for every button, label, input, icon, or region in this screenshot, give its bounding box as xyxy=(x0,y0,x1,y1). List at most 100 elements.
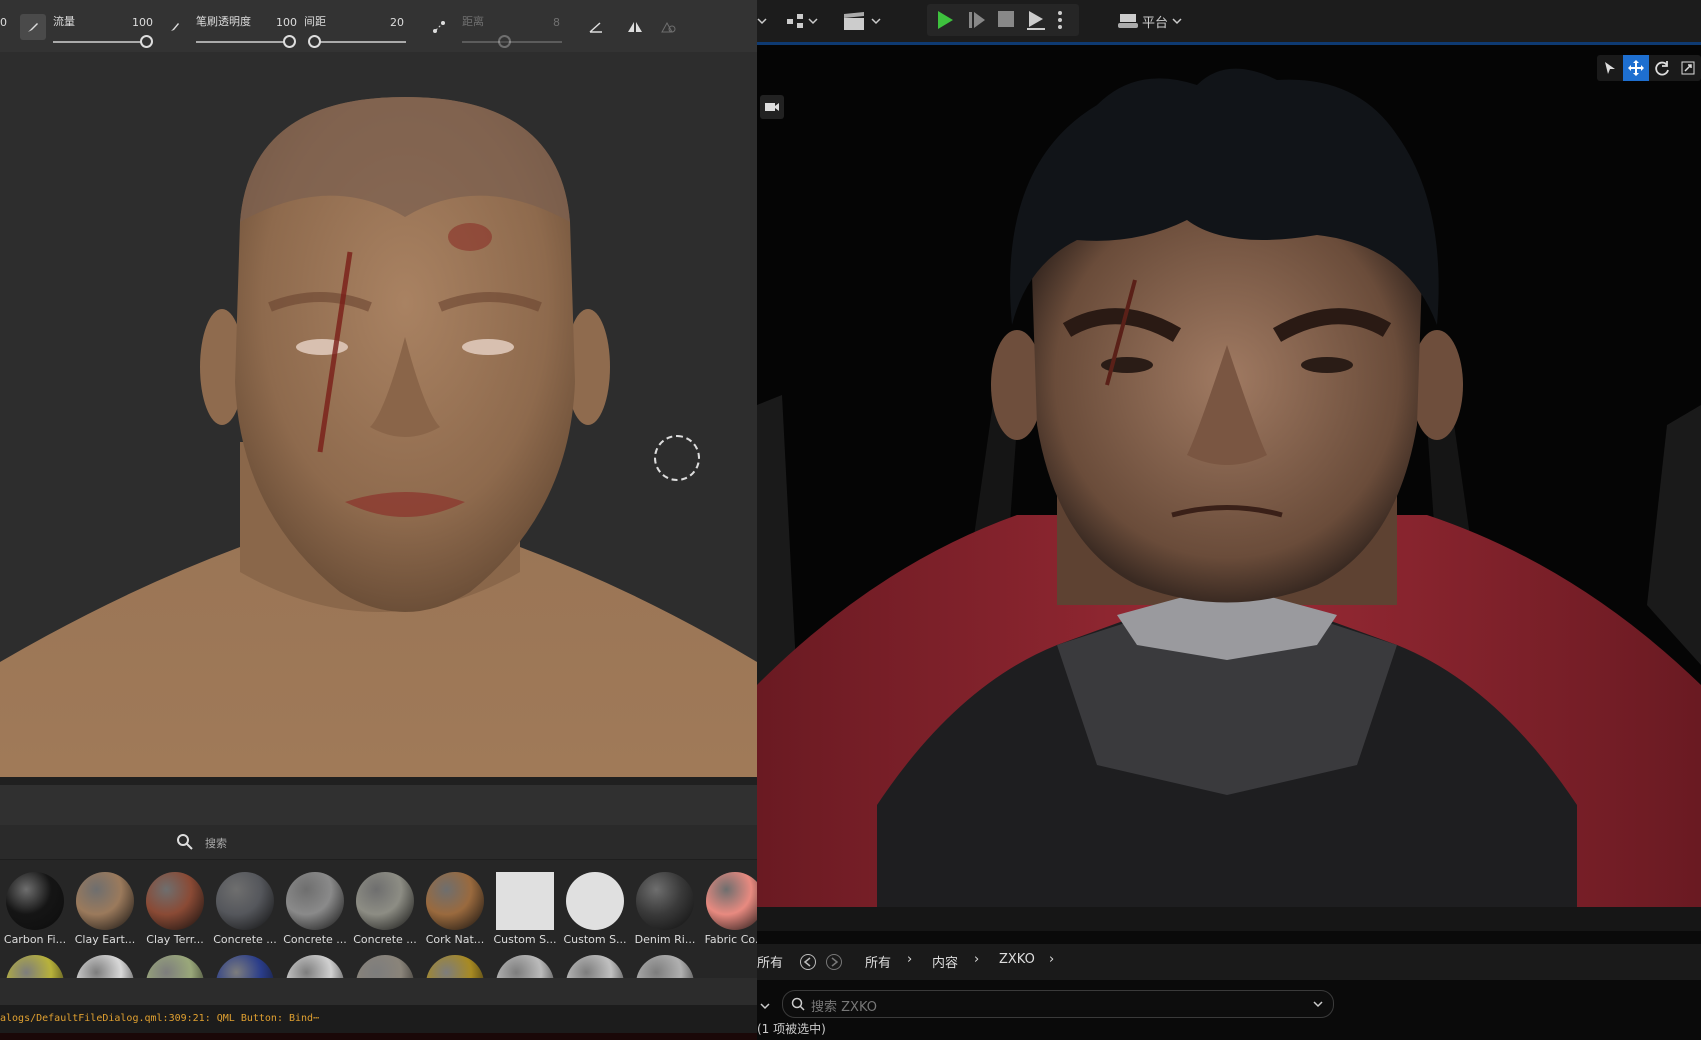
particles-icon xyxy=(661,21,676,33)
filter-dropdown[interactable] xyxy=(760,996,770,1015)
brush-icon xyxy=(28,23,38,32)
camera-options-button[interactable] xyxy=(760,95,784,119)
history-forward-button[interactable] xyxy=(825,953,843,975)
scale-tool-button[interactable] xyxy=(1675,55,1701,81)
material-sphere[interactable] xyxy=(426,955,484,978)
material-sphere[interactable] xyxy=(146,955,204,978)
painter-3d-viewport[interactable] xyxy=(0,52,757,777)
material-thumbnail[interactable]: Fabric Co... xyxy=(700,872,757,946)
breadcrumb-all[interactable]: 所有 xyxy=(865,952,891,971)
platform-menu-button[interactable]: 平台 xyxy=(1117,8,1182,34)
move-icon xyxy=(1628,60,1644,76)
history-back-button[interactable] xyxy=(799,953,817,975)
leading-value: 0 xyxy=(0,16,7,29)
material-thumbnail[interactable]: Denim Ri... xyxy=(630,872,700,946)
eject-button[interactable] xyxy=(1025,9,1047,35)
material-sphere[interactable] xyxy=(566,955,624,978)
shelf-header xyxy=(0,785,757,826)
smiley-icon xyxy=(566,872,624,930)
play-controls xyxy=(927,4,1079,36)
material-label: Cork Nat... xyxy=(425,933,485,946)
blueprint-icon xyxy=(787,14,818,28)
material-thumbnail[interactable]: Concrete ... xyxy=(280,872,350,946)
spacing-slider[interactable] xyxy=(314,41,406,43)
chevron-down-icon[interactable] xyxy=(757,8,767,34)
custom-material-icon xyxy=(496,872,554,930)
flow-slider-knob[interactable] xyxy=(140,35,153,48)
spacing-label: 间距 xyxy=(304,15,326,28)
search-icon xyxy=(791,997,805,1011)
shelf-search-bar[interactable]: 搜索 xyxy=(0,825,757,860)
material-sphere[interactable] xyxy=(6,955,64,978)
camera-icon xyxy=(765,103,779,111)
stop-button[interactable] xyxy=(997,10,1015,32)
spacing-slider-knob[interactable] xyxy=(308,35,321,48)
material-thumbnail[interactable]: Concrete ... xyxy=(210,872,280,946)
material-sphere xyxy=(6,872,64,930)
material-thumbnail[interactable]: Carbon Fi... xyxy=(0,872,70,946)
content-browser-tabbar xyxy=(757,907,1701,931)
platform-icon xyxy=(1118,14,1138,28)
symmetry-button[interactable] xyxy=(622,14,648,40)
select-tool-button[interactable] xyxy=(1597,55,1623,81)
content-search-placeholder: 搜索 ZXKO xyxy=(811,1000,877,1015)
brush-opacity-button[interactable] xyxy=(162,14,188,40)
content-browser-pathbar xyxy=(757,944,1701,980)
brush-opacity-slider-knob[interactable] xyxy=(283,35,296,48)
play-icon xyxy=(938,11,953,29)
material-thumbnail[interactable]: Clay Eart... xyxy=(70,872,140,946)
breadcrumb-content[interactable]: 内容 xyxy=(932,952,958,971)
play-options-button[interactable] xyxy=(1057,10,1063,34)
material-label: Carbon Fi... xyxy=(3,933,67,946)
unreal-level-viewport[interactable] xyxy=(757,45,1701,907)
material-thumbnail[interactable]: Clay Terr... xyxy=(140,872,210,946)
transform-tools xyxy=(1597,55,1701,81)
chevron-right-icon: › xyxy=(1049,952,1055,967)
material-sphere[interactable] xyxy=(356,955,414,978)
material-label: Fabric Co... xyxy=(704,933,757,946)
material-label: Concrete ... xyxy=(283,933,347,946)
flow-value: 100 xyxy=(132,16,153,29)
advance-frame-button[interactable] xyxy=(967,10,987,34)
chevron-down-icon xyxy=(1172,18,1182,25)
rotate-icon xyxy=(1655,61,1669,76)
head-model-render xyxy=(0,97,757,777)
material-sphere[interactable] xyxy=(286,955,344,978)
cursor-icon xyxy=(1605,62,1615,74)
material-shelf: Carbon Fi... Clay Eart... Clay Terr... Conc… xyxy=(0,860,757,978)
rotate-tool-button[interactable] xyxy=(1649,55,1675,81)
blueprint-menu-button[interactable] xyxy=(785,8,819,34)
platform-label: 平台 xyxy=(1142,15,1169,31)
material-thumbnail[interactable]: Cork Nat... xyxy=(420,872,490,946)
level-toolbar: 平台 xyxy=(757,0,1701,42)
flow-slider[interactable] xyxy=(53,41,146,43)
cinematics-menu-button[interactable] xyxy=(842,8,882,34)
alignment-button[interactable] xyxy=(583,14,609,40)
material-sphere[interactable] xyxy=(76,955,134,978)
material-thumbnail[interactable]: Concrete ... xyxy=(350,872,420,946)
more-vertical-icon xyxy=(1058,11,1062,29)
play-button[interactable] xyxy=(935,10,955,34)
material-sphere[interactable] xyxy=(496,955,554,978)
material-thumbnail[interactable]: Custom S... xyxy=(490,872,560,946)
brush-tool-button[interactable] xyxy=(20,14,46,40)
chevron-right-icon: › xyxy=(974,952,980,967)
content-search-input[interactable]: 搜索 ZXKO xyxy=(782,990,1334,1018)
material-sphere[interactable] xyxy=(216,955,274,978)
brush-opacity-slider[interactable] xyxy=(196,41,288,43)
chevron-right-icon: › xyxy=(907,952,913,967)
unreal-editor-window: 平台 所有 所有 › 内容 › ZXKO › 搜索 ZXKO (1 项被选中) xyxy=(757,0,1701,1040)
particles-button[interactable] xyxy=(655,14,681,40)
brush-properties-toolbar: 0 流量 100 笔刷透明度 100 间距 20 距离 8 xyxy=(0,0,757,53)
distance-slider[interactable] xyxy=(462,41,562,43)
brush-small-icon xyxy=(171,23,179,31)
lazy-mouse-button[interactable] xyxy=(426,14,452,40)
material-sphere xyxy=(706,872,757,930)
move-tool-button[interactable] xyxy=(1623,55,1649,81)
stop-icon xyxy=(998,11,1014,27)
distance-slider-knob[interactable] xyxy=(498,35,511,48)
breadcrumb-zxko[interactable]: ZXKO xyxy=(999,952,1035,967)
material-sphere[interactable] xyxy=(636,955,694,978)
material-thumbnail[interactable]: Custom S... xyxy=(560,872,630,946)
material-sphere xyxy=(356,872,414,930)
